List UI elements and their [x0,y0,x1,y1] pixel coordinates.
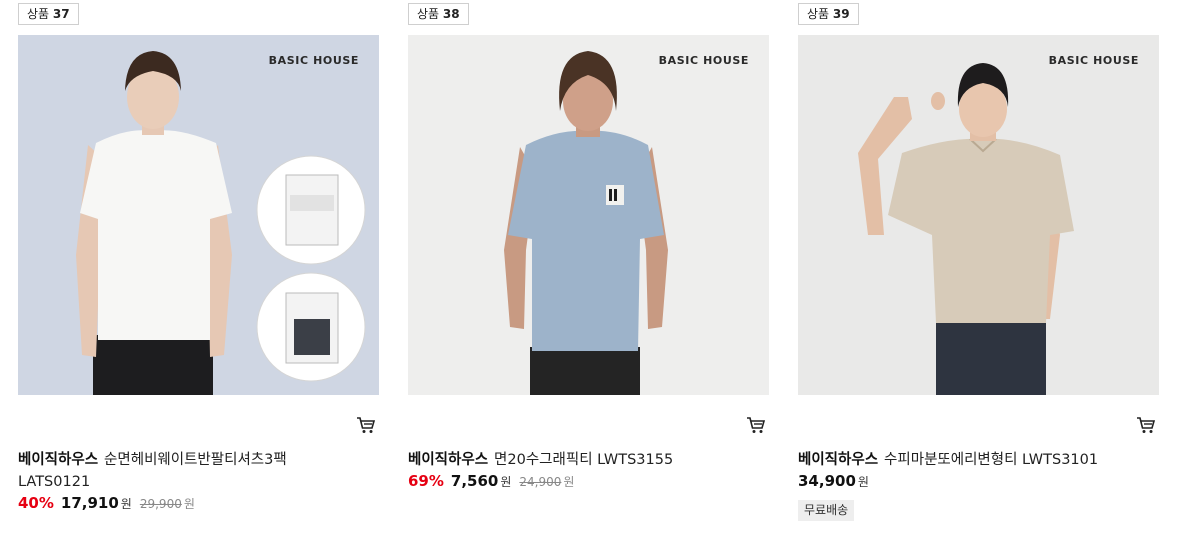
product-image[interactable] [798,35,1159,395]
product-brand[interactable]: 베이직하우스 [408,452,488,468]
product-image[interactable] [18,35,379,395]
product-title[interactable]: 베이직하우스 면20수그래픽티 LWTS3155 [408,449,770,471]
free-shipping-badge: 무료배송 [798,500,855,521]
product-image[interactable] [408,35,769,395]
product-title[interactable]: 베이직하우스 순면헤비웨이트반팔티셔츠3팩 LATS0121 [18,449,380,493]
price-row: 40% 17,910 원 29,900 원 [18,494,195,512]
currency: 원 [857,475,869,489]
add-to-cart-button[interactable] [356,416,376,434]
original-price: 24,900 [519,475,562,489]
product-name[interactable]: 면20수그래픽티 LWTS3155 [494,452,673,468]
product-name[interactable]: 순면헤비웨이트반팔티셔츠3팩 [104,452,287,468]
original-currency: 원 [563,475,575,489]
product-code[interactable]: LATS0121 [18,474,90,490]
add-to-cart-button[interactable] [1136,416,1156,434]
add-to-cart-button[interactable] [746,416,766,434]
currency: 원 [120,497,132,511]
product-name[interactable]: 수피마분또에리변형티 LWTS3101 [884,452,1098,468]
price-row: 34,900 원 [798,472,877,490]
product-card[interactable]: 상품 39 BASIC HOUSE 베이직하우스 수피마분또에리변형티 LWTS3… [798,0,1160,534]
original-price: 29,900 [139,497,182,511]
sale-price: 34,900 [798,472,856,490]
currency: 원 [500,475,512,489]
image-brand-logo: BASIC HOUSE [268,54,359,67]
discount-rate: 40% [18,494,54,512]
rank-badge: 상품 38 [408,3,469,25]
rank-badge: 상품 39 [798,3,859,25]
product-card[interactable]: 상품 37 BASIC HOUSE 베이직하우스 순면헤비웨이트반팔티셔츠3팩 … [18,0,380,534]
product-brand[interactable]: 베이직하우스 [798,452,878,468]
product-card[interactable]: 상품 38 BASIC HOUSE 베이직하우스 면20수그래픽티 LWTS315… [408,0,770,534]
sale-price: 17,910 [60,494,119,512]
original-currency: 원 [183,497,195,511]
price-row: 69% 7,560 원 24,900 원 [408,472,574,490]
shopping-cart-icon [747,417,766,433]
shopping-cart-icon [357,417,376,433]
image-brand-logo: BASIC HOUSE [1048,54,1139,67]
sale-price: 7,560 [450,472,499,490]
shopping-cart-icon [1137,417,1156,433]
rank-badge: 상품 37 [18,3,79,25]
product-brand[interactable]: 베이직하우스 [18,452,98,468]
image-brand-logo: BASIC HOUSE [658,54,749,67]
product-title[interactable]: 베이직하우스 수피마분또에리변형티 LWTS3101 [798,449,1160,471]
discount-rate: 69% [408,472,444,490]
